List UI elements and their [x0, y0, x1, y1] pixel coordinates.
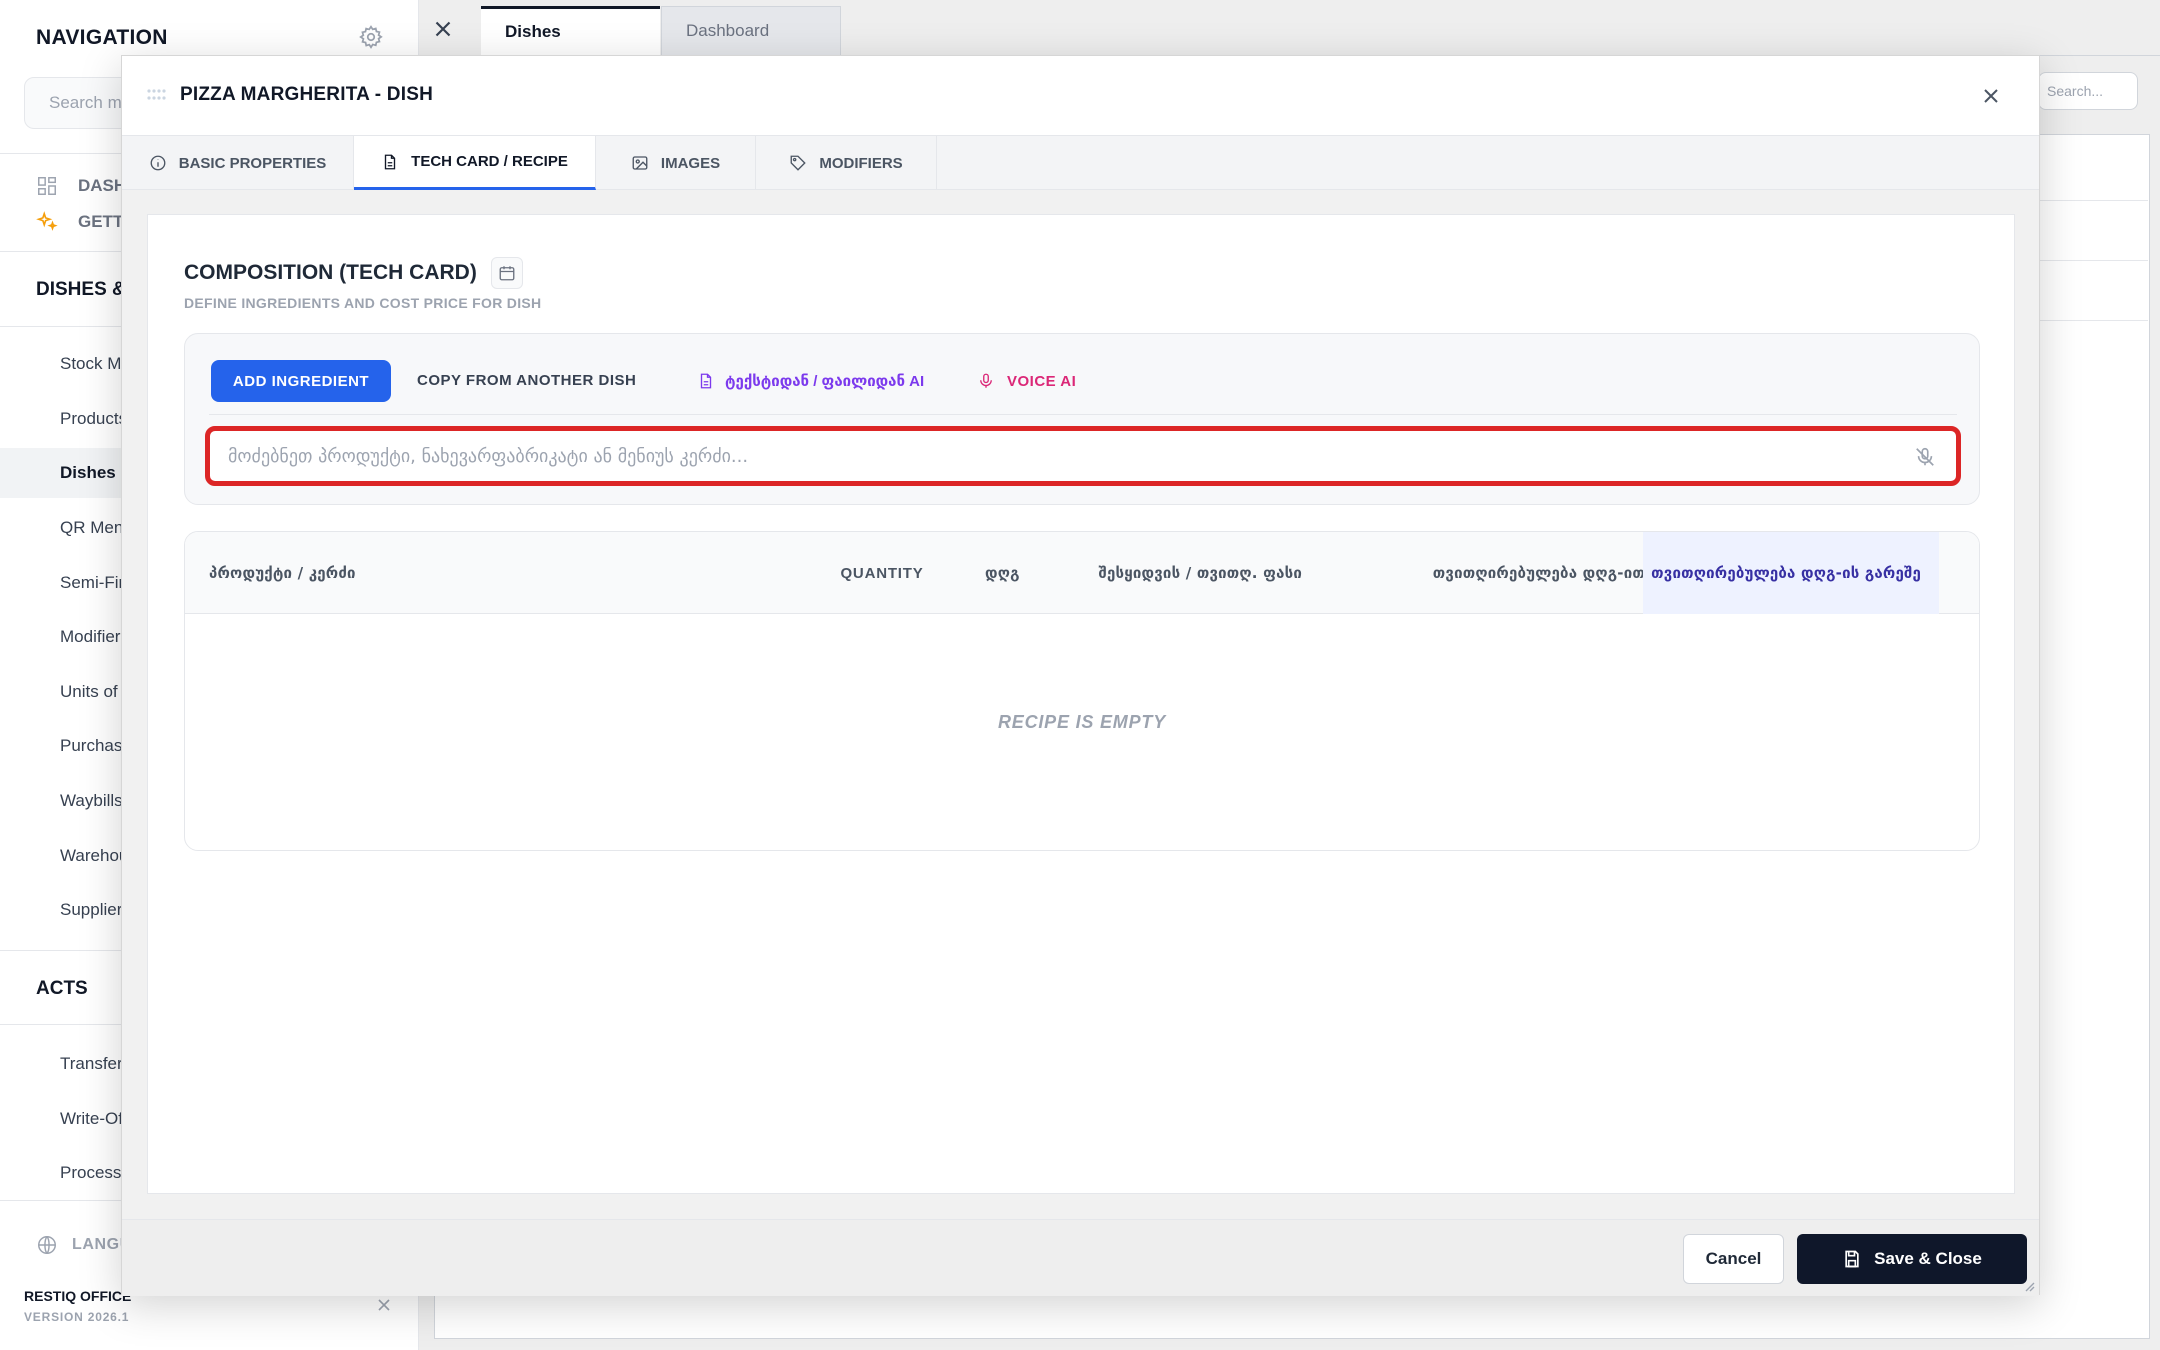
modal-header: PIZZA MARGHERITA - DISH	[122, 56, 2039, 136]
column-header-cost-without-vat[interactable]: თვითღირებულება დღგ-ის გარეშე	[1643, 532, 1939, 614]
tab-label: TECH CARD / RECIPE	[411, 153, 568, 170]
tag-icon	[790, 155, 807, 171]
divider	[2038, 200, 2148, 201]
sidebar-section-acts[interactable]: ACTS	[36, 978, 88, 1000]
modal-tabs: BASIC PROPERTIES TECH CARD / RECIPE IMAG…	[122, 136, 2039, 190]
ai-from-text-button[interactable]: ტექსტიდან / ფაილიდან AI	[697, 360, 924, 402]
column-header-quantity[interactable]: QUANTITY	[822, 532, 942, 614]
tab-label: BASIC PROPERTIES	[178, 154, 327, 172]
resize-handle-icon[interactable]	[2023, 1280, 2035, 1292]
save-close-label: Save & Close	[1874, 1249, 1982, 1268]
tab-label: MODIFIERS	[819, 154, 903, 172]
version-label: VERSION 2026.1	[24, 1310, 130, 1324]
divider	[2038, 320, 2148, 321]
voice-ai-button[interactable]: VOICE AI	[977, 360, 1076, 402]
sidebar-item-modifiers[interactable]: Modifiers	[60, 627, 129, 647]
modal-footer: Cancel Save & Close	[122, 1219, 2039, 1296]
save-close-button[interactable]: Save & Close	[1797, 1234, 2027, 1284]
background-search-input[interactable]: Search...	[2038, 72, 2138, 110]
close-tabs-icon[interactable]	[430, 16, 456, 42]
close-icon[interactable]	[1979, 84, 2003, 108]
ingredient-search-input[interactable]	[210, 431, 1956, 481]
document-icon	[384, 154, 396, 169]
table-header: პროდუქტი / კერძი QUANTITY დღგ შესყიდვის …	[185, 532, 1979, 614]
document-icon	[700, 373, 712, 389]
sparkles-icon	[36, 211, 58, 231]
divider	[209, 414, 1957, 415]
microphone-off-icon[interactable]	[1914, 446, 1936, 468]
column-header-vat[interactable]: დღგ	[985, 532, 1020, 614]
modal-title: PIZZA MARGHERITA - DISH	[180, 84, 433, 105]
info-icon	[150, 155, 166, 171]
microphone-icon	[980, 373, 992, 388]
sidebar-item-products[interactable]: Products	[60, 409, 127, 429]
section-subtitle: DEFINE INGREDIENTS AND COST PRICE FOR DI…	[184, 295, 542, 311]
recipe-table: პროდუქტი / კერძი QUANTITY დღგ შესყიდვის …	[184, 531, 1980, 851]
section-title-text: COMPOSITION (TECH CARD)	[184, 261, 477, 284]
sidebar-title: NAVIGATION	[36, 26, 168, 49]
cancel-button[interactable]: Cancel	[1683, 1234, 1784, 1284]
sidebar-item-dishes[interactable]: Dishes	[60, 463, 116, 483]
sidebar-item-waybills[interactable]: Waybills	[60, 791, 123, 811]
tab-dishes[interactable]: Dishes	[481, 6, 660, 56]
empty-recipe-message: RECIPE IS EMPTY	[997, 712, 1167, 732]
column-header-purchase-price[interactable]: შესყიდვის / თვითღ. ფასი	[1090, 532, 1302, 614]
calendar-icon	[499, 266, 515, 281]
tab-images[interactable]: IMAGES	[596, 136, 756, 190]
dish-modal: PIZZA MARGHERITA - DISH BASIC PROPERTIES…	[121, 55, 2040, 1296]
drag-handle-icon[interactable]	[146, 88, 166, 102]
add-ingredient-button[interactable]: ADD INGREDIENT	[211, 360, 391, 402]
grid-icon	[38, 177, 56, 195]
section-title: COMPOSITION (TECH CARD)	[184, 257, 523, 289]
tab-tech-card[interactable]: TECH CARD / RECIPE	[354, 136, 596, 190]
column-header-product[interactable]: პროდუქტი / კერძი	[209, 532, 356, 614]
voice-ai-label: VOICE AI	[1007, 372, 1077, 390]
tab-dashboard[interactable]: Dashboard	[661, 6, 841, 56]
save-icon	[1845, 1250, 1859, 1268]
ingredient-toolbar: ADD INGREDIENT COPY FROM ANOTHER DISH ტე…	[184, 333, 1980, 505]
image-icon	[632, 156, 648, 170]
ingredient-search-box	[205, 426, 1961, 486]
column-header-cost-with-vat[interactable]: თვითღირებულება დღგ-ით	[1345, 532, 1645, 614]
globe-icon	[38, 1236, 56, 1254]
calendar-button[interactable]	[490, 257, 523, 289]
brand-name: RESTIQ OFFICE	[24, 1288, 132, 1304]
tab-modifiers[interactable]: MODIFIERS	[756, 136, 937, 190]
tab-label: IMAGES	[660, 154, 721, 172]
tech-card-panel: COMPOSITION (TECH CARD) DEFINE INGREDIEN…	[147, 214, 2015, 1194]
gear-icon[interactable]	[358, 24, 384, 50]
divider	[2038, 260, 2148, 261]
ai-from-text-label: ტექსტიდან / ფაილიდან AI	[725, 373, 925, 390]
copy-from-dish-button[interactable]: COPY FROM ANOTHER DISH	[417, 360, 636, 402]
tab-basic-properties[interactable]: BASIC PROPERTIES	[122, 136, 354, 190]
close-icon[interactable]	[374, 1295, 394, 1315]
